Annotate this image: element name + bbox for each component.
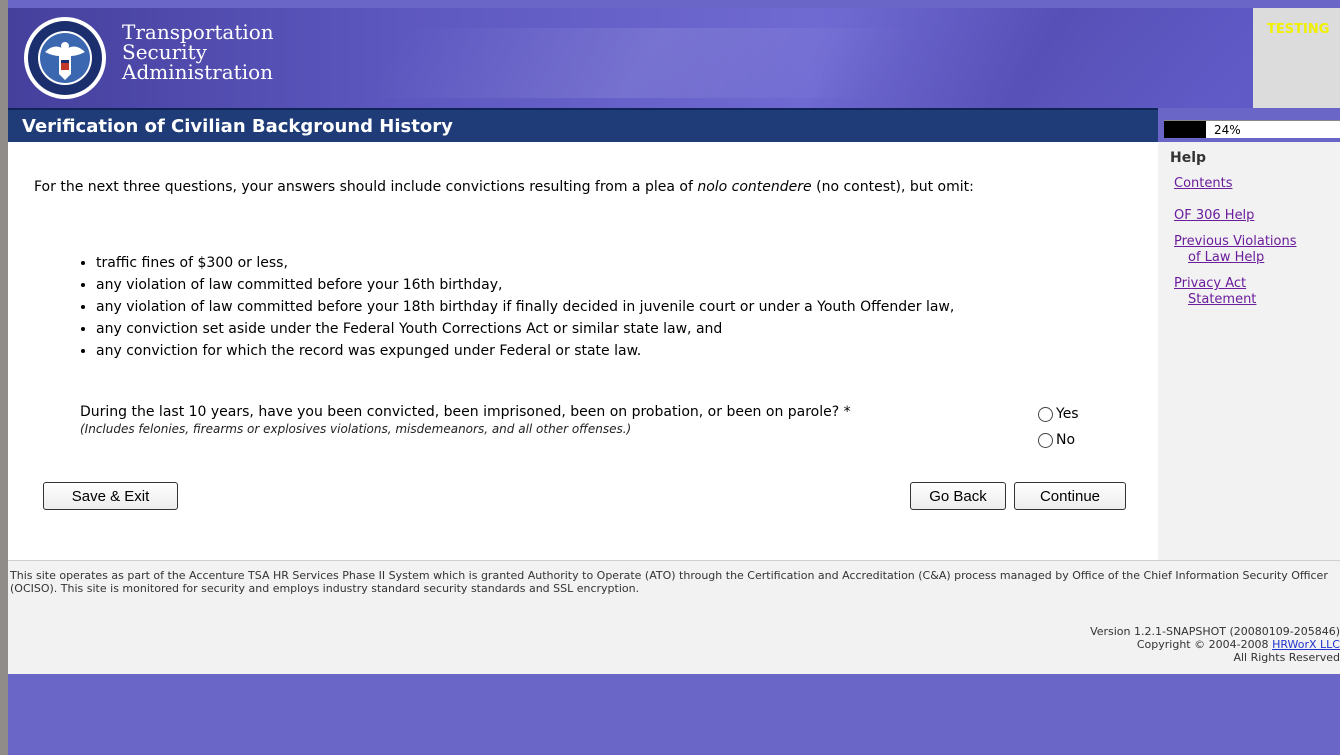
version-text: Version 1.2.1-SNAPSHOT (20080109-205846) <box>1090 625 1340 638</box>
list-item: traffic fines of $300 or less, <box>96 252 954 274</box>
go-back-button[interactable]: Go Back <box>910 482 1006 510</box>
rights-text: All Rights Reserved <box>1233 651 1340 664</box>
agency-line: Transportation <box>122 20 274 44</box>
agency-line: Administration <box>122 60 274 84</box>
help-link-previous-violations[interactable]: Previous Violations <box>1174 234 1297 250</box>
radio-button-icon[interactable] <box>1038 432 1053 448</box>
radio-yes-label: Yes <box>1056 406 1079 422</box>
hrworx-link[interactable]: HRWorX LLC <box>1272 638 1340 651</box>
progress-label: 24% <box>1214 123 1241 137</box>
intro-text-part: (no contest), but omit: <box>811 179 974 195</box>
radio-no[interactable]: No <box>1038 432 1075 448</box>
list-item: any conviction set aside under the Feder… <box>96 318 954 340</box>
list-item: any violation of law committed before yo… <box>96 274 954 296</box>
radio-yes[interactable]: Yes <box>1038 406 1079 422</box>
save-exit-button[interactable]: Save & Exit <box>43 482 178 510</box>
radio-no-label: No <box>1056 432 1076 448</box>
help-heading: Help <box>1170 150 1207 166</box>
main-content: For the next three questions, your answe… <box>8 142 1158 560</box>
agency-name: Transportation Security Administration <box>122 22 274 82</box>
question-text: During the last 10 years, have you been … <box>80 404 851 420</box>
environment-badge: TESTING <box>1253 8 1340 108</box>
list-item: any violation of law committed before yo… <box>96 296 954 318</box>
header-banner: Transportation Security Administration T… <box>8 8 1340 108</box>
help-sidebar: Help Contents OF 306 Help Previous Viola… <box>1158 142 1340 560</box>
omit-list: traffic fines of $300 or less, any viola… <box>80 252 954 362</box>
copyright-prefix: Copyright © 2004-2008 <box>1136 638 1273 651</box>
continue-button[interactable]: Continue <box>1014 482 1126 510</box>
title-bar: Verification of Civilian Background Hist… <box>8 108 1158 142</box>
page: Transportation Security Administration T… <box>8 8 1340 755</box>
progress-fill <box>1164 121 1207 138</box>
agency-line: Security <box>122 40 207 64</box>
list-item: any conviction for which the record was … <box>96 340 954 362</box>
help-link-privacy-act[interactable]: Statement <box>1188 292 1256 308</box>
question-note: (Includes felonies, firearms or explosiv… <box>80 422 632 436</box>
footer: This site operates as part of the Accent… <box>8 560 1340 674</box>
footer-notice: This site operates as part of the Accent… <box>10 569 1328 595</box>
radio-button-icon[interactable] <box>1038 406 1053 422</box>
intro-text-part: For the next three questions, your answe… <box>34 179 698 195</box>
intro-text: For the next three questions, your answe… <box>34 176 1124 198</box>
dhs-seal-icon <box>24 17 106 99</box>
help-link-previous-violations[interactable]: of Law Help <box>1188 250 1264 266</box>
help-link-contents[interactable]: Contents <box>1174 176 1232 192</box>
copyright-text: Copyright © 2004-2008 HRWorX LLC <box>1137 638 1340 651</box>
help-link-of306[interactable]: OF 306 Help <box>1174 208 1254 224</box>
page-title: Verification of Civilian Background Hist… <box>22 116 453 137</box>
banner-stripe <box>809 8 1267 108</box>
window-frame <box>0 0 8 755</box>
intro-italic-term: nolo contendere <box>697 179 812 195</box>
help-link-privacy-act[interactable]: Privacy Act <box>1174 276 1246 292</box>
progress-bar: 24% <box>1164 120 1340 138</box>
testing-label: TESTING <box>1267 22 1330 37</box>
